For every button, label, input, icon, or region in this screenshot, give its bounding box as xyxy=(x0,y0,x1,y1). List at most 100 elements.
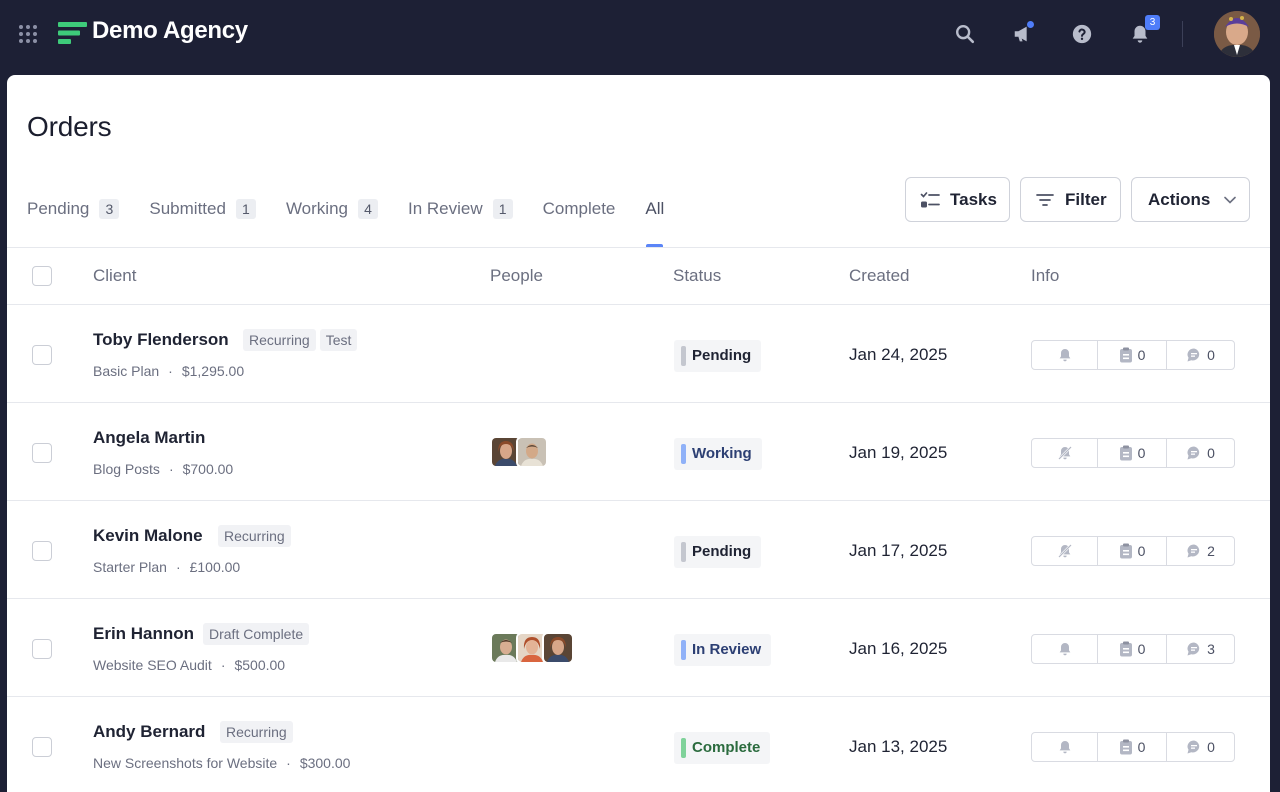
brand-logo-icon[interactable] xyxy=(58,22,88,44)
tag: Test xyxy=(319,329,358,351)
status-badge: Pending xyxy=(674,536,762,568)
avatar[interactable] xyxy=(542,632,574,664)
column-header-client[interactable]: Client xyxy=(93,266,136,286)
column-header-info: Info xyxy=(1031,266,1060,285)
tasks-counter[interactable]: 0 xyxy=(1098,537,1167,565)
order-summary: Website SEO Audit · $500.00 xyxy=(93,657,286,673)
created-date: Jan 24, 2025 xyxy=(849,345,948,364)
messages-counter[interactable]: 0 xyxy=(1167,439,1234,467)
tasks-counter[interactable]: 0 xyxy=(1098,635,1167,663)
row-checkbox[interactable] xyxy=(32,443,52,463)
client-name[interactable]: Angela Martin xyxy=(93,428,205,448)
messages-counter[interactable]: 2 xyxy=(1167,537,1234,565)
tab-count-badge: 4 xyxy=(357,199,378,219)
tab-submitted[interactable]: Submitted 1 xyxy=(149,199,256,247)
info-group: 0 0 xyxy=(1031,438,1235,468)
status-tabs: Pending 3 Submitted 1 Working 4 In Revie… xyxy=(27,199,694,247)
tag-list: Recurring Test xyxy=(243,329,361,351)
bell-icon[interactable] xyxy=(1032,733,1098,761)
plan-name: Website SEO Audit xyxy=(93,657,212,673)
status-badge: Pending xyxy=(674,340,762,372)
price: $700.00 xyxy=(182,461,234,477)
chat-bubble-icon xyxy=(1187,642,1200,656)
search-icon[interactable] xyxy=(953,22,977,46)
filter-button[interactable]: Filter xyxy=(1020,177,1121,222)
tab-all[interactable]: All xyxy=(645,199,664,247)
megaphone-icon[interactable] xyxy=(1011,20,1035,46)
bell-icon[interactable] xyxy=(1032,635,1098,663)
tab-label: Pending xyxy=(27,199,90,218)
tab-in-review[interactable]: In Review 1 xyxy=(408,199,513,247)
tab-complete[interactable]: Complete xyxy=(543,199,616,247)
tasks-button-label: Tasks xyxy=(950,189,997,209)
column-header-created[interactable]: Created xyxy=(849,266,909,286)
people-avatars[interactable] xyxy=(490,436,548,468)
row-checkbox[interactable] xyxy=(32,737,52,757)
price: $1,295.00 xyxy=(181,363,245,379)
tasks-counter[interactable]: 0 xyxy=(1098,341,1167,369)
row-checkbox[interactable] xyxy=(32,541,52,561)
user-avatar[interactable] xyxy=(1214,11,1260,57)
client-name[interactable]: Toby Flenderson xyxy=(93,330,229,350)
apps-grid-icon[interactable] xyxy=(19,25,37,43)
client-name[interactable]: Erin Hannon xyxy=(93,624,194,644)
tag-list: Recurring xyxy=(220,721,297,743)
actions-dropdown[interactable]: Actions xyxy=(1131,177,1250,222)
chat-bubble-icon xyxy=(1187,446,1200,460)
top-divider xyxy=(1182,21,1183,47)
table-row[interactable]: Kevin Malone Recurring Starter Plan · £100… xyxy=(7,501,1270,599)
filter-button-label: Filter xyxy=(1065,189,1107,209)
tasks-count: 0 xyxy=(1137,543,1146,559)
column-header-status[interactable]: Status xyxy=(673,266,721,286)
plan-name: Basic Plan xyxy=(93,363,160,379)
tasks-counter[interactable]: 0 xyxy=(1098,733,1167,761)
tag-list: Recurring xyxy=(218,525,295,547)
column-header-people: People xyxy=(490,266,543,285)
tasks-count: 0 xyxy=(1137,347,1146,363)
select-all-checkbox[interactable] xyxy=(32,266,52,286)
filter-icon xyxy=(1035,190,1055,210)
client-name[interactable]: Kevin Malone xyxy=(93,526,203,546)
clipboard-icon xyxy=(1119,641,1132,657)
chat-bubble-icon xyxy=(1187,740,1200,754)
created-date: Jan 19, 2025 xyxy=(849,443,948,462)
table-row[interactable]: Toby Flenderson Recurring Test Basic Pla… xyxy=(7,305,1270,403)
unread-dot xyxy=(1026,20,1035,29)
bell-off-icon[interactable] xyxy=(1032,439,1098,467)
tasks-counter[interactable]: 0 xyxy=(1098,439,1167,467)
top-bar: Demo Agency 3 xyxy=(0,0,1280,70)
table-row[interactable]: Angela Martin Blog Posts · $700.00 Working… xyxy=(7,403,1270,501)
avatar[interactable] xyxy=(516,436,548,468)
tab-count-badge: 3 xyxy=(99,199,120,219)
messages-count: 0 xyxy=(1207,739,1215,755)
bell-off-icon[interactable] xyxy=(1032,537,1098,565)
info-group: 0 3 xyxy=(1031,634,1235,664)
info-group: 0 0 xyxy=(1031,340,1235,370)
people-avatars[interactable] xyxy=(490,632,574,664)
tab-label: Submitted xyxy=(149,199,226,218)
table-row[interactable]: Erin Hannon Draft Complete Website SEO A… xyxy=(7,599,1270,697)
plan-name: New Screenshots for Website xyxy=(93,755,278,771)
plan-name: Starter Plan xyxy=(93,559,167,575)
bell-icon[interactable] xyxy=(1032,341,1098,369)
messages-count: 2 xyxy=(1207,543,1215,559)
messages-count: 0 xyxy=(1207,445,1215,461)
tab-label: All xyxy=(645,199,665,218)
divider xyxy=(7,247,1270,248)
messages-counter[interactable]: 0 xyxy=(1167,733,1234,761)
client-name[interactable]: Andy Bernard xyxy=(93,722,205,742)
tasks-count: 0 xyxy=(1137,641,1146,657)
messages-counter[interactable]: 0 xyxy=(1167,341,1234,369)
tab-working[interactable]: Working 4 xyxy=(286,199,378,247)
messages-count: 0 xyxy=(1207,347,1215,363)
help-icon[interactable] xyxy=(1070,22,1094,46)
row-checkbox[interactable] xyxy=(32,639,52,659)
created-date: Jan 17, 2025 xyxy=(849,541,948,560)
row-checkbox[interactable] xyxy=(32,345,52,365)
messages-counter[interactable]: 3 xyxy=(1167,635,1234,663)
table-row[interactable]: Andy Bernard Recurring New Screenshots f… xyxy=(7,697,1270,792)
brand-name[interactable]: Demo Agency xyxy=(92,17,248,45)
tasks-button[interactable]: Tasks xyxy=(905,177,1010,222)
clipboard-icon xyxy=(1119,445,1132,461)
tab-pending[interactable]: Pending 3 xyxy=(27,199,120,247)
